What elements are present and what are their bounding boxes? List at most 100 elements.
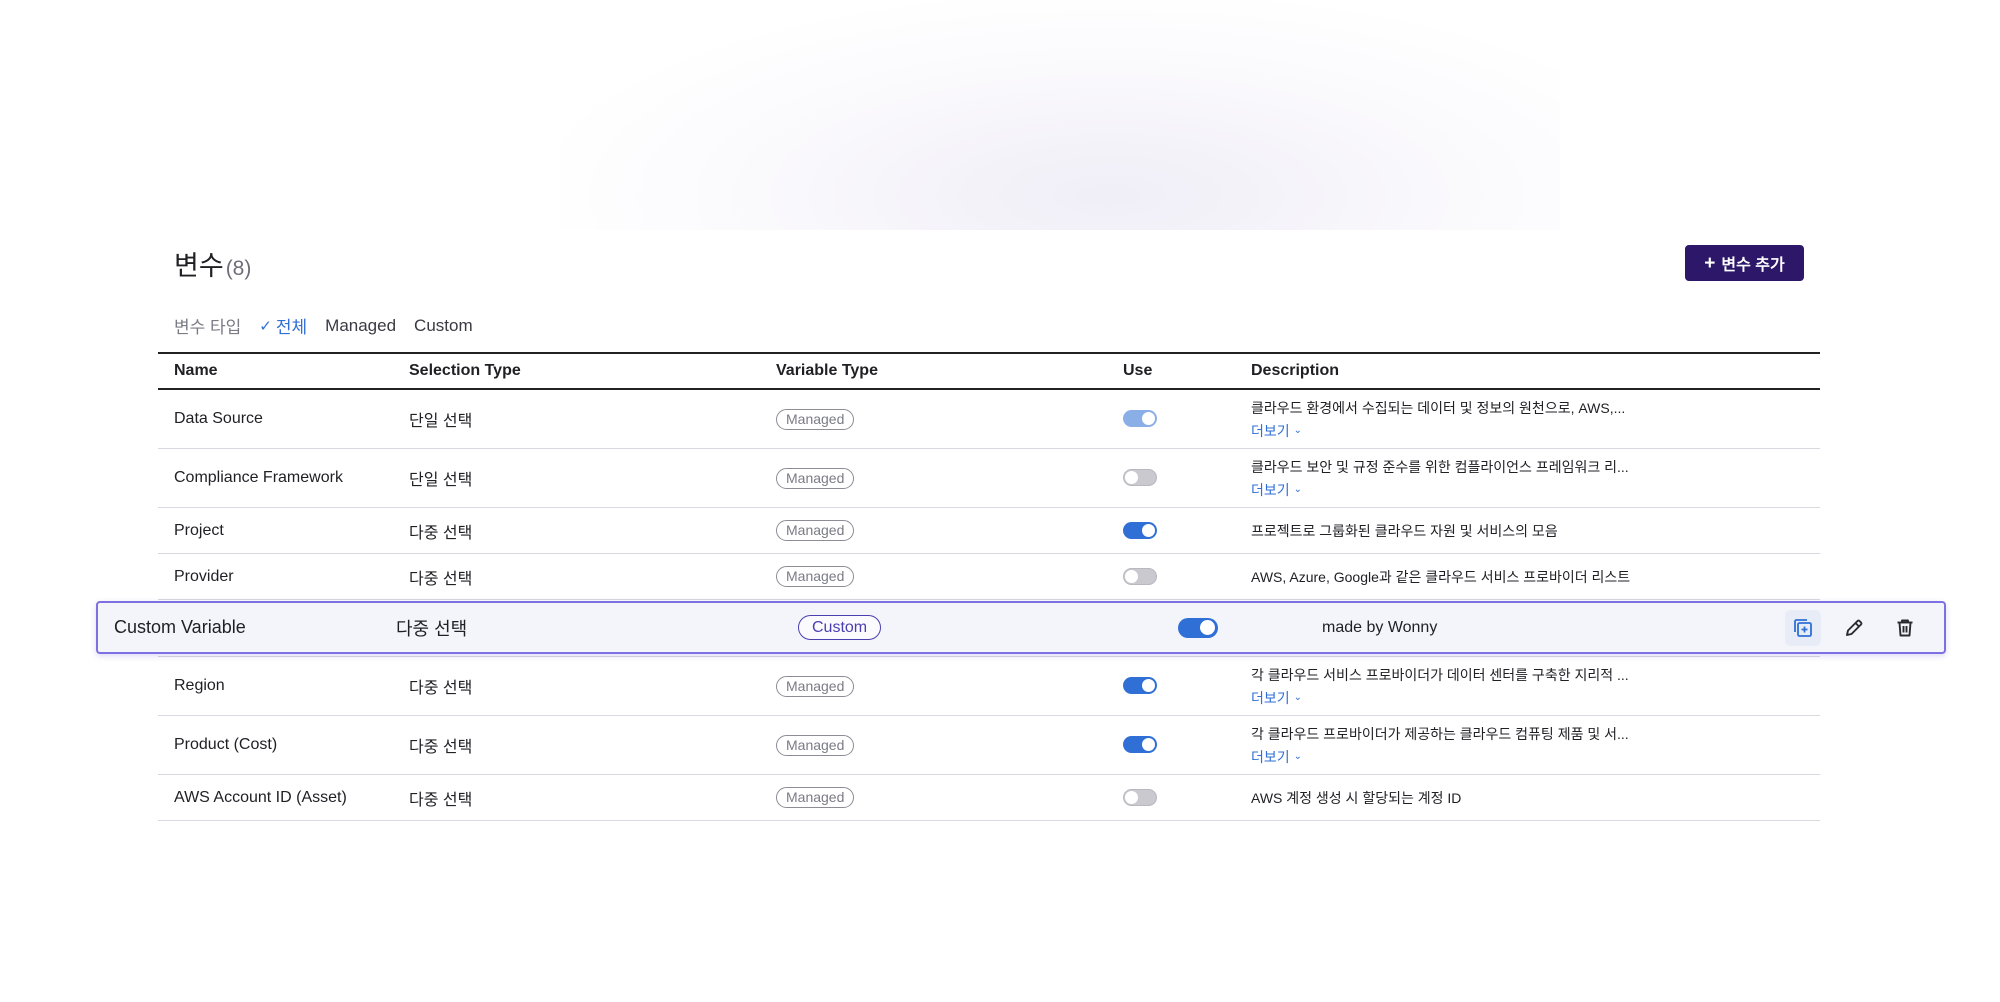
filter-option-custom[interactable]: Custom bbox=[414, 316, 473, 336]
add-variable-button[interactable]: + 변수 추가 bbox=[1685, 245, 1804, 281]
column-header-name[interactable]: Name bbox=[158, 352, 409, 390]
managed-badge: Managed bbox=[776, 467, 855, 489]
table-row[interactable]: Project 다중 선택 Managed 프로젝트로 그룹화된 클라우드 자원… bbox=[158, 507, 1820, 554]
cell-name: Data Source bbox=[158, 389, 409, 449]
column-header-use[interactable]: Use bbox=[1123, 352, 1251, 390]
cell-description: AWS 계정 생성 시 할당되는 계정 ID bbox=[1251, 774, 1820, 821]
copy-button[interactable] bbox=[1785, 609, 1821, 646]
cell-name: AWS Account ID (Asset) bbox=[158, 774, 409, 821]
edit-icon bbox=[1846, 619, 1863, 636]
use-toggle[interactable] bbox=[1123, 469, 1157, 487]
use-toggle[interactable] bbox=[1178, 617, 1218, 638]
cell-description: 각 클라우드 프로바이더가 제공하는 클라우드 컴퓨팅 제품 및 서... 더보… bbox=[1251, 715, 1820, 775]
cell-selection-type: 다중 선택 bbox=[409, 553, 776, 600]
variable-count: (8) bbox=[225, 257, 252, 280]
table-row[interactable]: Region 다중 선택 Managed 각 클라우드 서비스 프로바이더가 데… bbox=[158, 656, 1820, 716]
cell-use bbox=[1123, 774, 1251, 821]
table-row[interactable]: AWS Account ID (Asset) 다중 선택 Managed AWS… bbox=[158, 774, 1820, 821]
managed-badge: Managed bbox=[776, 408, 855, 430]
description-text: 각 클라우드 서비스 프로바이더가 데이터 센터를 구축한 지리적 ... bbox=[1251, 666, 1629, 683]
cell-selection-type: 단일 선택 bbox=[409, 448, 776, 508]
more-link[interactable]: 더보기 ⌄ bbox=[1251, 747, 1302, 767]
cell-use bbox=[1123, 553, 1251, 600]
use-toggle[interactable] bbox=[1123, 567, 1157, 585]
use-toggle[interactable] bbox=[1123, 410, 1157, 428]
chevron-down-icon: ⌄ bbox=[1293, 692, 1303, 703]
variables-table: Name Selection Type Variable Type Use De… bbox=[158, 352, 1820, 821]
cell-description: 프로젝트로 그룹화된 클라우드 자원 및 서비스의 모음 bbox=[1251, 507, 1820, 554]
cell-name: Product (Cost) bbox=[158, 715, 409, 775]
delete-button[interactable] bbox=[1887, 610, 1923, 646]
managed-badge: Managed bbox=[776, 675, 855, 697]
description-text: AWS 계정 생성 시 할당되는 계정 ID bbox=[1251, 789, 1462, 806]
filter-label: 변수 타입 bbox=[174, 318, 242, 337]
chevron-down-icon: ⌄ bbox=[1293, 484, 1303, 495]
description-text: 클라우드 환경에서 수집되는 데이터 및 정보의 원천으로, AWS,... bbox=[1251, 399, 1626, 416]
cell-variable-type: Managed bbox=[776, 389, 1123, 449]
more-link-label: 더보기 bbox=[1251, 748, 1290, 765]
background-glow bbox=[560, 0, 1560, 230]
description-text: 클라우드 보안 및 규정 준수를 위한 컴플라이언스 프레임워크 리... bbox=[1251, 458, 1629, 475]
more-link[interactable]: 더보기 ⌄ bbox=[1251, 688, 1302, 708]
table-row[interactable]: Compliance Framework 단일 선택 Managed 클라우드 … bbox=[158, 448, 1820, 508]
chevron-down-icon: ⌄ bbox=[1293, 751, 1303, 762]
column-header-variable-type[interactable]: Variable Type bbox=[776, 352, 1123, 390]
filter-option-all[interactable]: ✓ 전체 bbox=[259, 313, 307, 338]
cell-name: Region bbox=[158, 656, 409, 716]
cell-use bbox=[1123, 656, 1251, 716]
cell-variable-type: Managed bbox=[776, 553, 1123, 600]
managed-badge: Managed bbox=[776, 787, 855, 808]
cell-use bbox=[1123, 715, 1251, 775]
more-link[interactable]: 더보기 ⌄ bbox=[1251, 421, 1302, 441]
cell-use bbox=[1123, 389, 1251, 449]
cell-name: Provider bbox=[158, 553, 409, 600]
managed-badge: Managed bbox=[776, 734, 855, 756]
dragged-row-custom-variable[interactable]: Custom Variable 다중 선택 Custom made by Won… bbox=[96, 601, 1946, 654]
cell-variable-type: Managed bbox=[776, 507, 1123, 554]
description-text: 각 클라우드 프로바이더가 제공하는 클라우드 컴퓨팅 제품 및 서... bbox=[1251, 725, 1629, 742]
use-toggle[interactable] bbox=[1123, 788, 1157, 806]
add-variable-label: 변수 추가 bbox=[1721, 257, 1785, 274]
column-header-description[interactable]: Description bbox=[1251, 352, 1820, 390]
cell-selection-type: 다중 선택 bbox=[396, 618, 468, 639]
cell-variable-type: Managed bbox=[776, 656, 1123, 716]
edit-button[interactable] bbox=[1836, 610, 1872, 646]
table-row[interactable]: Product (Cost) 다중 선택 Managed 각 클라우드 프로바이… bbox=[158, 715, 1820, 775]
use-toggle[interactable] bbox=[1123, 736, 1157, 754]
more-link-label: 더보기 bbox=[1251, 689, 1290, 706]
description-text: made by Wonny bbox=[1322, 618, 1438, 636]
check-icon: ✓ bbox=[259, 317, 272, 335]
page-title-text: 변수 bbox=[174, 251, 224, 281]
cell-selection-type: 다중 선택 bbox=[409, 656, 776, 716]
description-text: 프로젝트로 그룹화된 클라우드 자원 및 서비스의 모음 bbox=[1251, 522, 1558, 539]
more-link[interactable]: 더보기 ⌄ bbox=[1251, 480, 1302, 500]
cell-selection-type: 다중 선택 bbox=[409, 507, 776, 554]
cell-name: Compliance Framework bbox=[158, 448, 409, 508]
column-header-selection-type[interactable]: Selection Type bbox=[409, 352, 776, 390]
cell-use bbox=[1123, 507, 1251, 554]
table-row[interactable]: Data Source 단일 선택 Managed 클라우드 환경에서 수집되는… bbox=[158, 389, 1820, 449]
cell-description: 클라우드 보안 및 규정 준수를 위한 컴플라이언스 프레임워크 리... 더보… bbox=[1251, 448, 1820, 508]
cell-name: Project bbox=[158, 507, 409, 554]
cell-description: 클라우드 환경에서 수집되는 데이터 및 정보의 원천으로, AWS,... 더… bbox=[1251, 389, 1820, 449]
more-link-label: 더보기 bbox=[1251, 422, 1290, 439]
cell-description: AWS, Azure, Google과 같은 클라우드 서비스 프로바이더 리스… bbox=[1251, 553, 1820, 600]
cell-variable-type: Managed bbox=[776, 448, 1123, 508]
description-text: AWS, Azure, Google과 같은 클라우드 서비스 프로바이더 리스… bbox=[1251, 568, 1631, 585]
cell-description: 각 클라우드 서비스 프로바이더가 데이터 센터를 구축한 지리적 ... 더보… bbox=[1251, 656, 1820, 716]
managed-badge: Managed bbox=[776, 566, 855, 587]
cell-selection-type: 다중 선택 bbox=[409, 774, 776, 821]
use-toggle[interactable] bbox=[1123, 521, 1157, 539]
filter-option-managed[interactable]: Managed bbox=[325, 316, 396, 336]
table-row[interactable]: Provider 다중 선택 Managed AWS, Azure, Googl… bbox=[158, 553, 1820, 600]
delete-icon bbox=[1897, 619, 1913, 636]
variable-type-filter: 변수 타입 ✓ 전체 Managed Custom bbox=[174, 313, 491, 338]
table-header: Name Selection Type Variable Type Use De… bbox=[158, 352, 1820, 390]
cell-selection-type: 단일 선택 bbox=[409, 389, 776, 449]
managed-badge: Managed bbox=[776, 520, 855, 541]
use-toggle[interactable] bbox=[1123, 677, 1157, 695]
page-title: 변수 (8) bbox=[174, 244, 251, 283]
cell-variable-type: Managed bbox=[776, 774, 1123, 821]
cell-use bbox=[1123, 448, 1251, 508]
cell-selection-type: 다중 선택 bbox=[409, 715, 776, 775]
